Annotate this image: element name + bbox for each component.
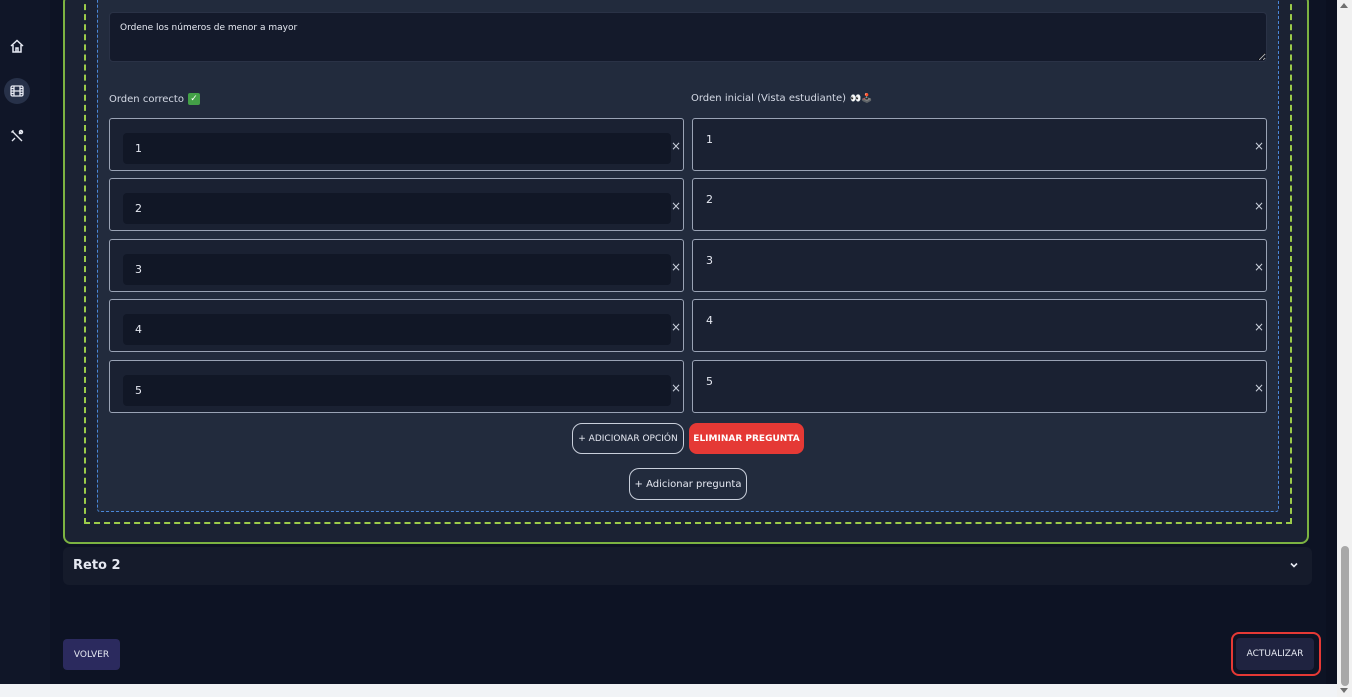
correct-order-label: Orden correcto ✓ (109, 93, 200, 105)
initial-option-value: 5 (706, 375, 713, 388)
scroll-down-icon[interactable] (1340, 688, 1348, 693)
add-option-button[interactable]: + ADICIONAR OPCIÓN (572, 423, 684, 454)
correct-option-3: 3 × (109, 239, 684, 292)
page-bottom-bar (0, 684, 1352, 697)
reto-2-title: Reto 2 (73, 558, 121, 573)
remove-option-icon[interactable]: × (671, 140, 681, 152)
remove-option-icon[interactable]: × (1254, 321, 1264, 333)
chevron-down-icon (1290, 562, 1298, 568)
tools-nav-button[interactable] (4, 123, 30, 149)
question-statement-input[interactable]: Ordene los números de menor a mayor (109, 12, 1267, 62)
back-button[interactable]: VOLVER (63, 639, 120, 670)
initial-option-2[interactable]: 2 × (692, 178, 1267, 231)
add-question-button[interactable]: + Adicionar pregunta (629, 468, 747, 500)
initial-option-value: 3 (706, 254, 713, 267)
delete-question-button[interactable]: ELIMINAR PREGUNTA (689, 423, 804, 454)
correct-option-1: 1 × (109, 118, 684, 171)
scroll-thumb[interactable] (1341, 546, 1349, 686)
initial-order-text: Orden inicial (Vista estudiante) (691, 93, 847, 104)
remove-option-icon[interactable]: × (671, 382, 681, 394)
initial-option-value: 4 (706, 314, 713, 327)
remove-option-icon[interactable]: × (1254, 382, 1264, 394)
remove-option-icon[interactable]: × (671, 200, 681, 212)
remove-option-icon[interactable]: × (671, 261, 681, 273)
correct-option-input[interactable]: 5 (123, 375, 671, 406)
correct-option-input[interactable]: 3 (123, 254, 671, 285)
initial-option-5[interactable]: 5 × (692, 360, 1267, 413)
initial-option-4[interactable]: 4 × (692, 299, 1267, 352)
correct-option-input[interactable]: 2 (123, 193, 671, 224)
remove-option-icon[interactable]: × (671, 321, 681, 333)
reto-2-accordion[interactable]: Reto 2 (63, 547, 1312, 585)
correct-option-input[interactable]: 1 (123, 133, 671, 164)
correct-option-2: 2 × (109, 178, 684, 231)
correct-order-text: Orden correcto (109, 93, 184, 105)
correct-option-input[interactable]: 4 (123, 314, 671, 345)
initial-order-label: Orden inicial (Vista estudiante) 👀🕹️ (691, 93, 872, 104)
update-button[interactable]: ACTUALIZAR (1236, 638, 1314, 670)
home-icon (10, 39, 24, 53)
initial-option-1[interactable]: 1 × (692, 118, 1267, 171)
home-nav-button[interactable] (4, 33, 30, 59)
remove-option-icon[interactable]: × (1254, 140, 1264, 152)
remove-option-icon[interactable]: × (1254, 261, 1264, 273)
check-mark-icon: ✓ (187, 93, 200, 105)
tools-icon (11, 129, 24, 142)
scroll-up-icon[interactable] (1340, 3, 1348, 8)
film-nav-button[interactable] (4, 78, 30, 104)
vertical-scrollbar[interactable] (1337, 0, 1352, 697)
correct-option-5: 5 × (109, 360, 684, 413)
remove-option-icon[interactable]: × (1254, 200, 1264, 212)
film-icon (10, 85, 24, 97)
initial-option-value: 2 (706, 193, 713, 206)
initial-option-value: 1 (706, 133, 713, 146)
left-sidebar (0, 0, 50, 697)
initial-option-3[interactable]: 3 × (692, 239, 1267, 292)
student-view-emoji: 👀🕹️ (850, 93, 873, 104)
correct-option-4: 4 × (109, 299, 684, 352)
